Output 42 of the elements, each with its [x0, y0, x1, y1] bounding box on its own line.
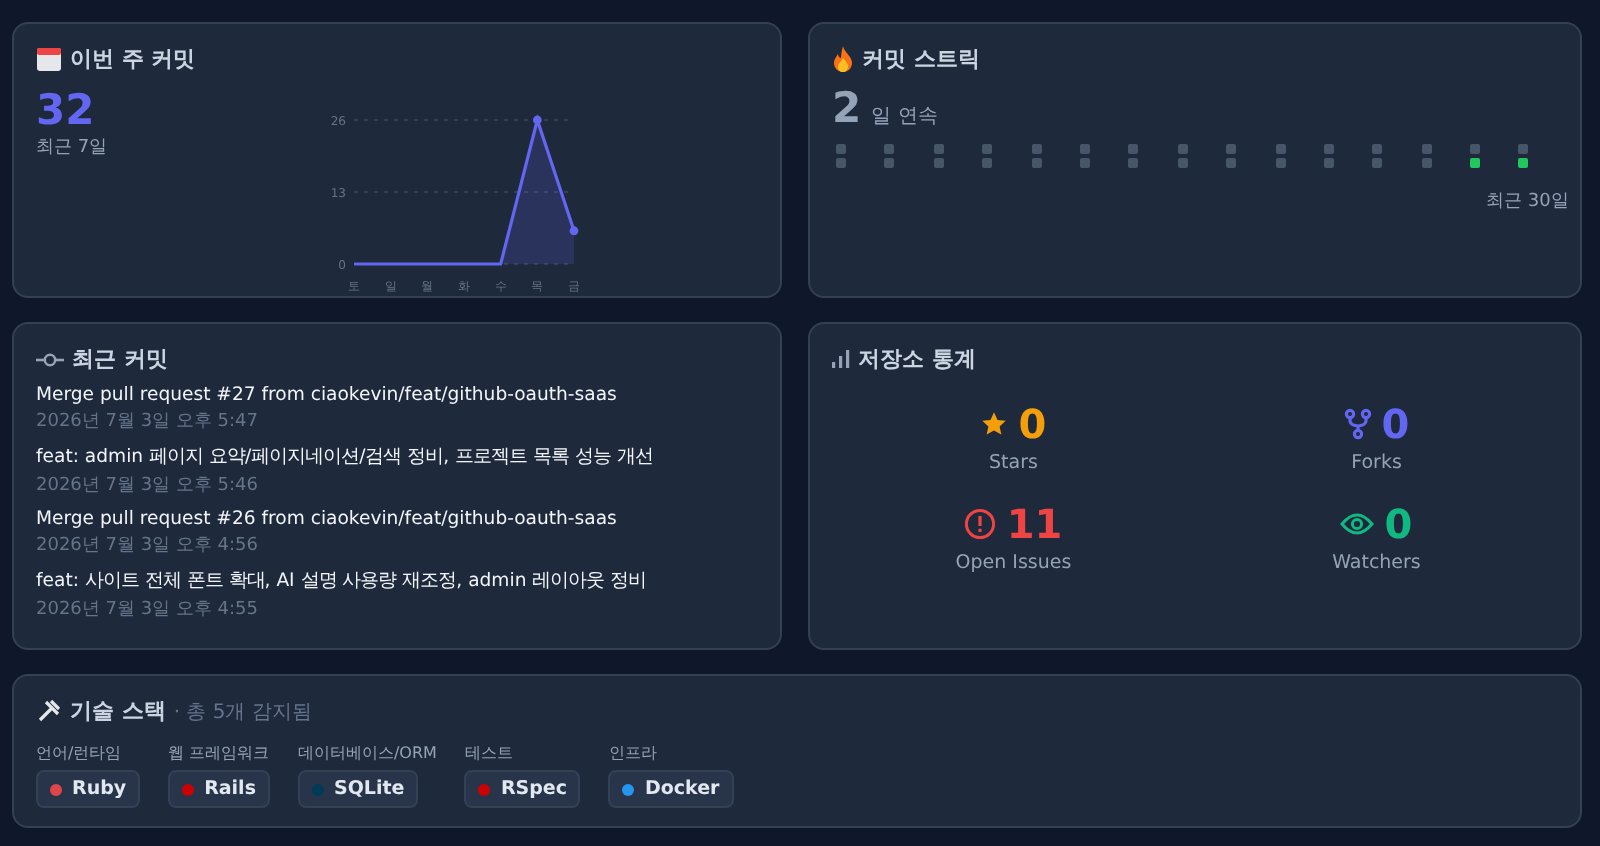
calendar-icon	[36, 46, 62, 72]
category-label: 데이터베이스/ORM	[297, 742, 437, 764]
category-label: 인프라	[608, 742, 659, 764]
tech-tag: Rails	[168, 770, 270, 808]
commit-time: 2026년 7월 3일 오후 4:56	[36, 534, 261, 558]
bar-chart-icon	[832, 350, 850, 368]
commit-message[interactable]: Merge pull request #27 from ciaokevin/feat/github-oauth-saas	[36, 384, 758, 406]
tools-icon	[36, 698, 62, 724]
streak-count: 2	[832, 84, 862, 132]
tech-tag: RSpec	[464, 770, 581, 808]
commit-count: 32	[36, 86, 95, 134]
tech-tag: Ruby	[36, 770, 141, 808]
stat-value: 0	[1018, 402, 1047, 446]
stat-value: 0	[1384, 502, 1413, 546]
commit-time: 2026년 7월 3일 오후 5:46	[36, 474, 261, 498]
category-label: 언어/런타임	[36, 742, 124, 764]
card-title: 이번 주 커밋	[70, 44, 196, 74]
stat-label: Watchers	[1332, 552, 1421, 574]
category-label: 웹 프레임워크	[168, 742, 270, 764]
commit-time: 2026년 7월 3일 오후 4:55	[36, 598, 261, 622]
commit-icon	[36, 351, 64, 367]
tech-tag: Docker	[608, 770, 734, 808]
stat-value: 11	[1006, 502, 1063, 546]
card-title: 기술 스택	[70, 696, 166, 726]
stat-value: 0	[1381, 402, 1410, 446]
stack-summary: · 총 5개 감지됨	[173, 699, 312, 725]
card-title: 커밋 스트릭	[862, 44, 980, 74]
stat-label: Open Issues	[955, 552, 1072, 574]
caption: 최근 7일	[36, 136, 110, 160]
commit-message[interactable]: feat: admin 페이지 요약/페이지네이션/검색 정비, 프로젝트 목록 성능 개선	[36, 444, 758, 470]
stat-label: Forks	[1351, 452, 1402, 474]
commit-message[interactable]: feat: 사이트 전체 폰트 확대, AI 설명 사용량 재조정, admin 레이아웃 정비	[36, 568, 758, 594]
streak-unit: 일 연속	[871, 104, 938, 130]
card-title: 저장소 통계	[858, 344, 976, 374]
commit-time: 2026년 7월 3일 오후 5:47	[36, 410, 261, 434]
card-title: 최근 커밋	[72, 344, 168, 374]
caption: 최근 30일	[1486, 190, 1569, 214]
category-label: 테스트	[464, 742, 515, 764]
flame-icon	[832, 46, 854, 72]
stat-label: Stars	[989, 452, 1038, 474]
tech-tag: SQLite	[297, 770, 419, 808]
commit-message[interactable]: Merge pull request #26 from ciaokevin/feat/github-oauth-saas	[36, 508, 758, 530]
